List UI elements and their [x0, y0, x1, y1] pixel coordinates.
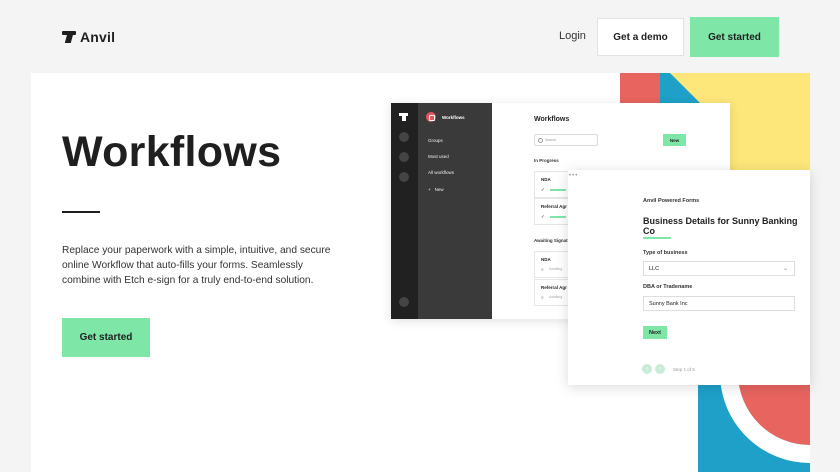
- form-app-screenshot: ••• Anvil Powered Forms Business Details…: [568, 170, 810, 385]
- get-a-demo-button[interactable]: Get a demo: [597, 18, 684, 56]
- chevron-down-icon: ⌄: [782, 266, 788, 272]
- form-brand: Anvil Powered Forms: [643, 198, 700, 204]
- step-pager: ‹ › Step 1 of 5: [642, 364, 695, 374]
- main-title: Workflows: [534, 116, 570, 123]
- type-of-business-label: Type of business: [643, 250, 688, 256]
- section-label: In Progress: [534, 158, 559, 163]
- plus-icon: +: [428, 187, 431, 192]
- hero-get-started-button[interactable]: Get started: [62, 318, 150, 357]
- new-workflow-button: New: [663, 134, 686, 146]
- page-title: Workflows: [62, 128, 282, 176]
- dba-input: Sunny Bank Inc: [643, 296, 795, 311]
- step-indicator: Step 1 of 5: [673, 366, 695, 372]
- title-divider: [62, 211, 100, 213]
- avatar-icon: ○: [541, 267, 544, 272]
- section-label: Awaiting Signat: [534, 238, 568, 243]
- type-of-business-select: LLC ⌄: [643, 261, 795, 276]
- form-title-divider: [643, 237, 671, 239]
- progress-bar: [550, 216, 566, 218]
- sidebar-item-all-workflows: All workflows: [428, 170, 455, 175]
- sidebar-header: Workflows: [426, 112, 465, 122]
- chevron-left-icon: ‹: [642, 364, 652, 374]
- hero-description: Replace your paperwork with a simple, in…: [62, 245, 331, 286]
- check-icon: ✓: [541, 187, 545, 192]
- workflow-status: Awaiting: [549, 295, 563, 299]
- workflow-name: Referral Agr: [541, 285, 567, 290]
- nav-get-started-button[interactable]: Get started: [690, 17, 779, 57]
- anvil-logo-icon: [399, 113, 408, 121]
- check-icon: ✓: [541, 214, 545, 219]
- rail-nav-icon: [399, 172, 409, 182]
- brand-name: Anvil: [80, 29, 116, 45]
- app-sidebar: Workflows Groups Most used All workflows…: [418, 103, 492, 319]
- next-button: Next: [643, 326, 667, 339]
- workflows-icon: [426, 112, 436, 122]
- sidebar-item-most-used: Most used: [428, 154, 449, 159]
- sidebar-item-new: + New: [428, 187, 444, 192]
- dba-label: DBA or Tradename: [643, 284, 693, 290]
- coral-shape: [620, 73, 660, 103]
- dba-value: Sunny Bank Inc: [649, 301, 688, 307]
- rail-user-icon: [399, 297, 409, 307]
- search-input: Search: [534, 134, 598, 146]
- workflow-name: Referral Agr: [541, 204, 567, 209]
- progress-bar: [550, 189, 566, 191]
- workflow-name: NDA: [541, 177, 551, 182]
- sidebar-item-groups: Groups: [428, 138, 443, 143]
- login-link[interactable]: Login: [559, 30, 586, 42]
- rail-nav-icon: [399, 132, 409, 142]
- top-nav: Anvil Login Get a demo Get started: [0, 0, 840, 74]
- avatar-icon: ○: [541, 295, 544, 300]
- sidebar-new-label: New: [434, 187, 444, 192]
- type-of-business-value: LLC: [649, 266, 660, 272]
- brand-logo[interactable]: Anvil: [62, 29, 115, 45]
- form-title: Business Details for Sunny Banking Co: [643, 216, 798, 236]
- app-icon-rail: [391, 103, 418, 319]
- workflow-status: Awaiting: [549, 267, 563, 271]
- workflow-name: NDA: [541, 257, 551, 262]
- sidebar-title: Workflows: [442, 114, 465, 120]
- more-icon: •••: [569, 173, 579, 179]
- rail-nav-icon: [399, 152, 409, 162]
- anvil-logo-icon: [62, 31, 76, 43]
- chevron-right-icon: ›: [655, 364, 665, 374]
